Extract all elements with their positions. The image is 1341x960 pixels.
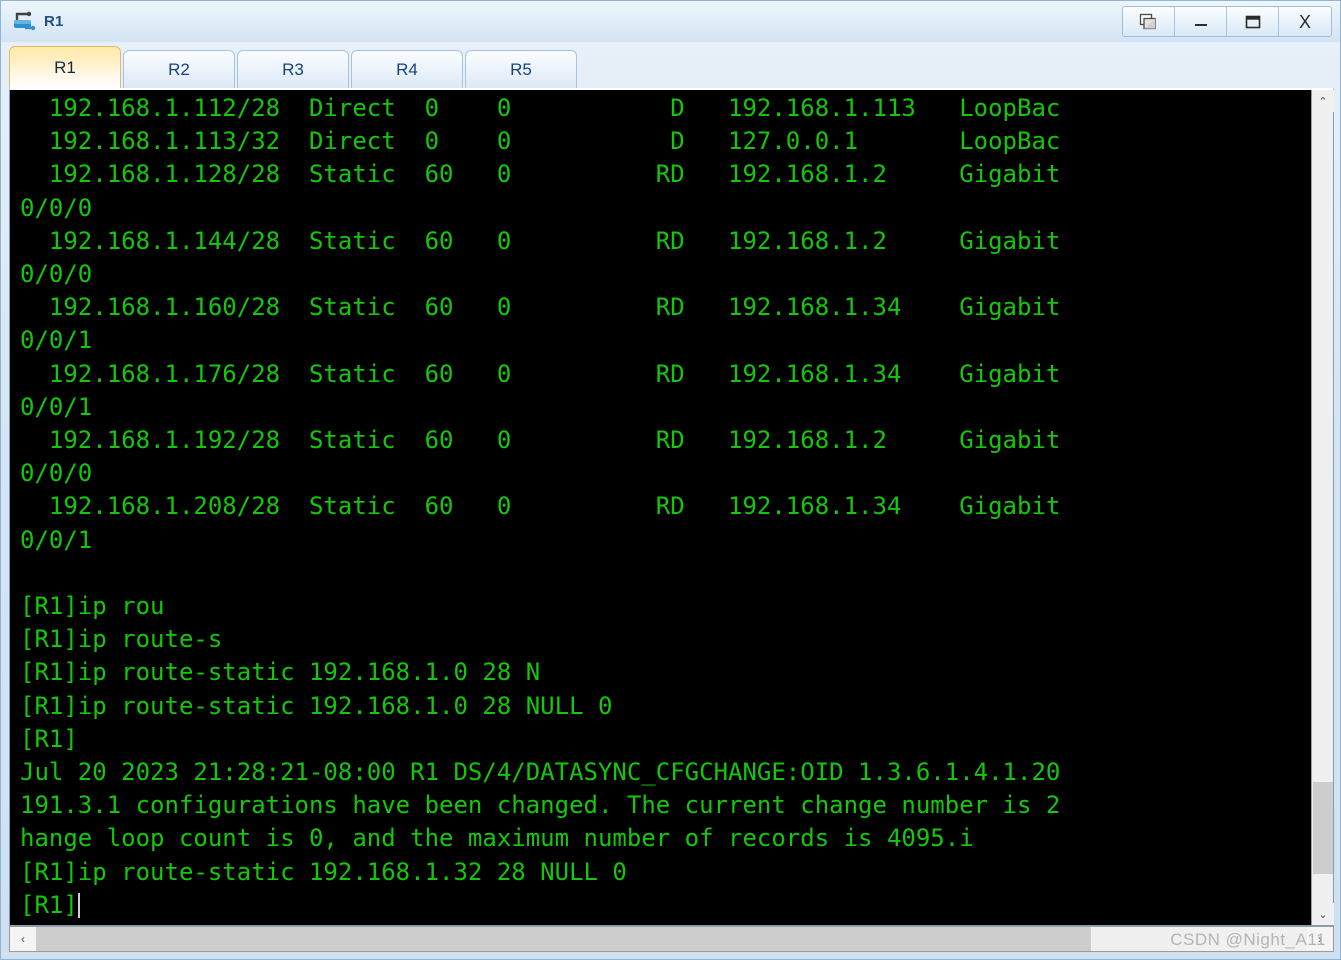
scroll-left-arrow-icon[interactable]: ‹ (10, 927, 36, 951)
terminal-panel: 192.168.1.112/28 Direct 0 0 D 192.168.1.… (9, 88, 1334, 926)
tab-label: R4 (396, 59, 418, 79)
scroll-down-arrow-icon[interactable]: ⌄ (1312, 903, 1334, 925)
tab-label: R5 (510, 59, 532, 79)
terminal-text: 192.168.1.112/28 Direct 0 0 D 192.168.1.… (20, 94, 1061, 919)
tab-r1[interactable]: R1 (9, 46, 121, 88)
tab-r2[interactable]: R2 (123, 50, 235, 88)
cascade-windows-icon (1139, 13, 1156, 29)
device-tab-strip: R1 R2 R3 R4 R5 (1, 42, 1340, 88)
close-window-button[interactable]: X (1279, 7, 1331, 36)
close-icon: X (1298, 11, 1311, 32)
vertical-scrollbar-thumb[interactable] (1313, 782, 1333, 874)
restore-window-button[interactable] (1123, 7, 1175, 36)
tab-label: R3 (282, 59, 304, 79)
terminal-cursor (77, 892, 80, 918)
horizontal-scrollbar[interactable]: ‹ › (9, 926, 1334, 952)
terminal-output-area[interactable]: 192.168.1.112/28 Direct 0 0 D 192.168.1.… (10, 90, 1311, 925)
tab-label: R2 (168, 59, 190, 79)
maximize-icon (1245, 15, 1260, 28)
minimize-window-button[interactable] (1175, 7, 1227, 36)
router-icon (14, 11, 36, 30)
window-controls: X (1122, 6, 1332, 37)
scroll-up-arrow-icon[interactable]: ⌃ (1312, 90, 1334, 112)
horizontal-scrollbar-track[interactable] (36, 927, 1307, 951)
router-cli-window: R1 X R1 R2 R3 R4 R5 192.168.1.112/28 Dir… (0, 0, 1341, 960)
tab-r3[interactable]: R3 (237, 50, 349, 88)
tab-r5[interactable]: R5 (465, 50, 577, 88)
window-title: R1 (44, 13, 64, 30)
maximize-window-button[interactable] (1227, 7, 1279, 36)
title-bar-left: R1 (1, 10, 1122, 34)
tab-label: R1 (54, 57, 76, 77)
tab-r4[interactable]: R4 (351, 50, 463, 88)
vertical-scrollbar[interactable]: ⌃ ⌄ (1311, 90, 1334, 925)
minimize-icon (1194, 23, 1207, 26)
scroll-right-arrow-icon[interactable]: › (1307, 927, 1333, 951)
title-bar: R1 X (1, 1, 1340, 42)
horizontal-scrollbar-thumb[interactable] (36, 927, 1091, 951)
